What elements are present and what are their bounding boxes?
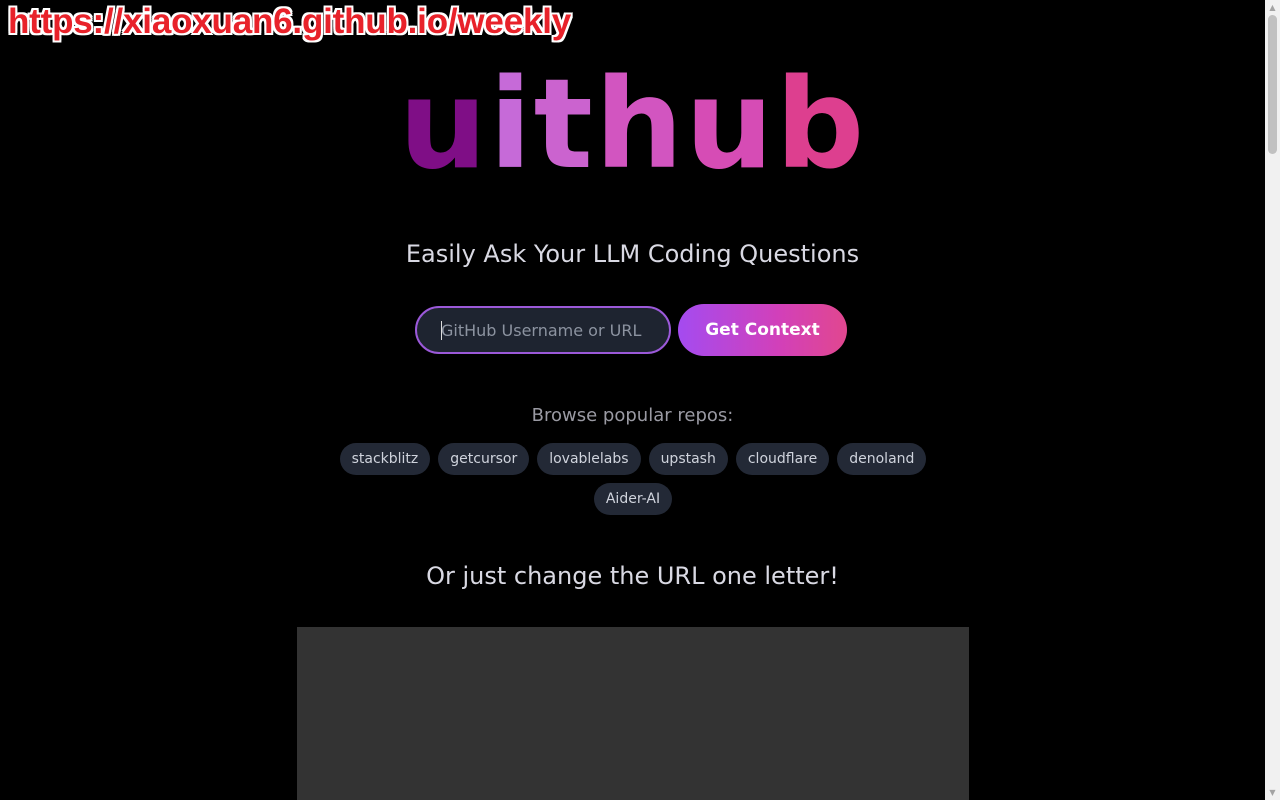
repo-chip-cloudflare[interactable]: cloudflare bbox=[735, 443, 830, 475]
repo-chip-getcursor[interactable]: getcursor bbox=[438, 443, 530, 475]
browse-label: Browse popular repos: bbox=[531, 405, 734, 426]
demo-video-placeholder[interactable] bbox=[297, 627, 969, 800]
repo-chip-aider-ai[interactable]: Aider-AI bbox=[593, 483, 673, 515]
subheading: Or just change the URL one letter! bbox=[426, 562, 839, 590]
scroll-down-arrow-icon[interactable]: ▼ bbox=[1265, 785, 1280, 800]
get-context-button[interactable]: Get Context bbox=[678, 304, 847, 356]
logo-letter: t bbox=[533, 53, 595, 197]
logo-letter: i bbox=[489, 53, 534, 197]
logo-letter: b bbox=[775, 53, 867, 197]
repo-chip-upstash[interactable]: upstash bbox=[648, 443, 728, 475]
repo-chip-denoland[interactable]: denoland bbox=[837, 443, 927, 475]
repo-chip-lovablelabs[interactable]: lovablelabs bbox=[537, 443, 641, 475]
text-cursor bbox=[441, 321, 442, 340]
page-scrollbar[interactable]: ▲ ▼ bbox=[1265, 0, 1280, 800]
watermark-url: https://xiaoxuan6.github.io/weekly bbox=[8, 2, 572, 41]
tagline: Easily Ask Your LLM Coding Questions bbox=[405, 240, 860, 268]
logo-letter: u bbox=[685, 53, 776, 197]
scrollbar-thumb[interactable] bbox=[1268, 15, 1277, 154]
logo-letter: h bbox=[594, 53, 686, 197]
logo-letter: u bbox=[398, 53, 490, 197]
repo-chip-stackblitz[interactable]: stackblitz bbox=[339, 443, 431, 475]
uithub-logo: uithub bbox=[0, 60, 1265, 190]
scroll-up-arrow-icon[interactable]: ▲ bbox=[1265, 0, 1280, 15]
github-url-input[interactable] bbox=[415, 306, 671, 354]
popular-repos-list: stackblitz getcursor lovablelabs upstash… bbox=[332, 443, 934, 515]
